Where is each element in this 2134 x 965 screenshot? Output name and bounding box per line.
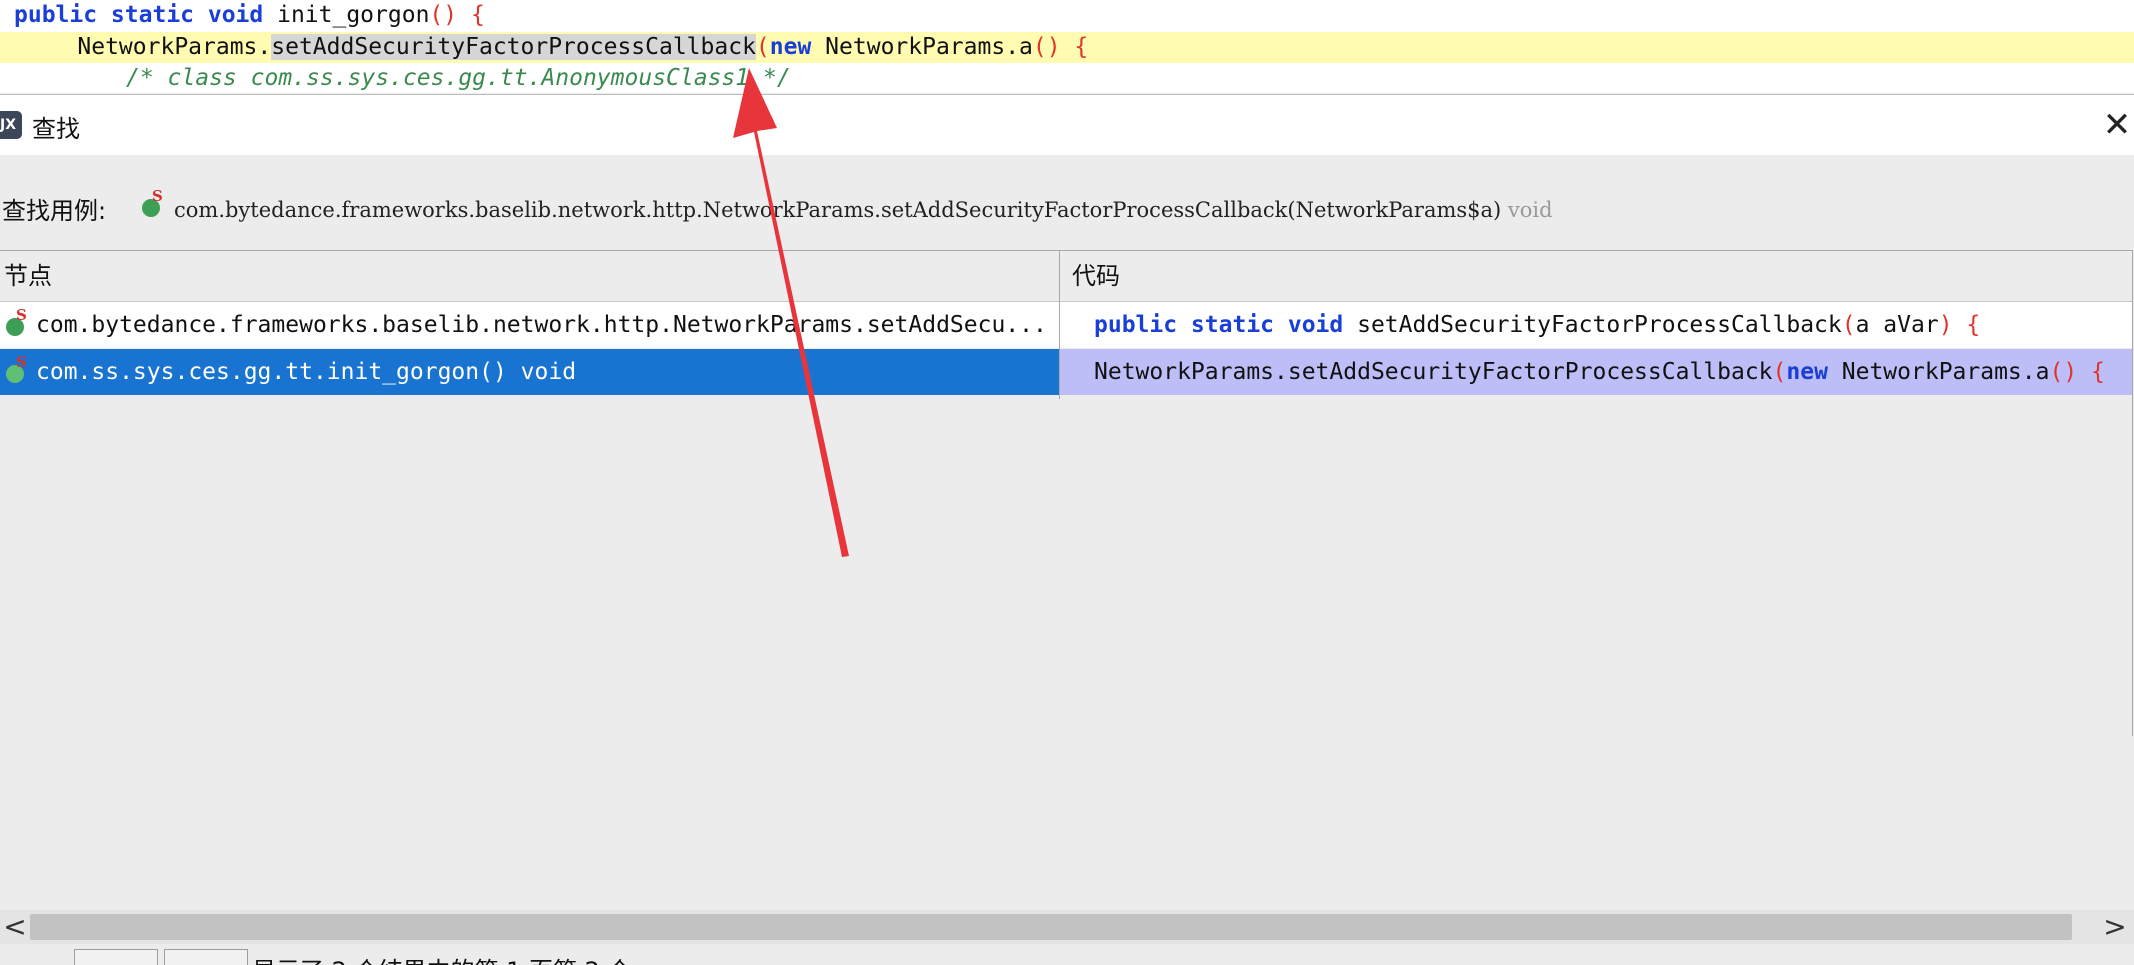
find-dialog: JX 查找 ✕ 查找用例: S com.bytedance.frameworks… [0,94,2134,965]
column-header-node[interactable]: 节点 [4,251,52,301]
code-text: NetworkParams.setAddSecurityFactorProces… [1094,359,1773,385]
node-text: com.bytedance.frameworks.baselib.network… [36,312,1047,338]
dialog-title: 查找 [32,115,80,143]
prev-button[interactable] [74,949,158,965]
scroll-thumb[interactable] [30,914,2072,940]
node-text: com.ss.sys.ces.gg.tt.init_gorgon() void [36,359,577,385]
method-icon: S [142,187,163,217]
code-cell[interactable]: public static void setAddSecurityFactorP… [1060,302,2132,348]
close-paren: () { [2049,359,2105,385]
method-icon: S [6,353,27,383]
search-target: com.bytedance.frameworks.baselib.network… [174,195,1553,225]
new-keyword: new [1786,359,1828,385]
open-paren: ( [1772,359,1787,385]
table-row[interactable]: S com.bytedance.frameworks.baselib.netwo… [0,302,2132,348]
argument: a aVar [1855,312,1939,338]
code-line-2: NetworkParams.setAddSecurityFactorProces… [0,32,2134,63]
status-text: 显示了 2 个结果中的第 1 页第 2 个 [252,951,632,965]
code-line-1: public static void init_gorgon() { [0,0,2134,31]
column-divider[interactable] [1059,251,1060,399]
method-name: setAddSecurityFactorProcessCallback [1343,312,1842,338]
close-icon[interactable]: ✕ [2100,105,2134,145]
table-row-selected[interactable]: S com.ss.sys.ces.gg.tt.init_gorgon() voi… [0,349,2132,395]
column-header-code[interactable]: 代码 [1072,251,1120,301]
keyword: public static void [14,2,264,28]
node-cell[interactable]: S com.ss.sys.ces.gg.tt.init_gorgon() voi… [0,349,1059,395]
code-line-3: /* class com.ss.sys.ces.gg.tt.AnonymousC… [0,63,2134,93]
class-name: NetworkParams.a [811,34,1033,60]
method-icon: S [6,306,27,336]
highlighted-method[interactable]: setAddSecurityFactorProcessCallback [271,34,756,60]
open-paren: ( [1841,312,1856,338]
code-editor[interactable]: public static void init_gorgon() { Netwo… [0,0,2134,93]
results-table[interactable]: 节点 代码 S com.bytedance.frameworks.baselib… [0,250,2133,736]
search-return-type: void [1501,198,1553,222]
app-icon: JX [0,111,22,139]
class-name: NetworkParams.a [1827,359,2050,385]
search-method: com.bytedance.frameworks.baselib.network… [174,198,1502,222]
next-button[interactable] [164,949,248,965]
code-comment: /* class com.ss.sys.ces.gg.tt.AnonymousC… [126,65,791,91]
open-paren: ( [755,34,770,60]
scroll-left-icon[interactable]: < [0,910,30,944]
keyword: public static void [1094,312,1344,338]
dialog-footer: 显示了 2 个结果中的第 1 页第 2 个 [0,947,2134,965]
code-cell[interactable]: NetworkParams.setAddSecurityFactorProces… [1060,349,2132,395]
object-name: NetworkParams. [77,34,272,60]
horizontal-scrollbar[interactable]: < > [0,910,2134,944]
scroll-right-icon[interactable]: > [2100,910,2130,944]
search-label: 查找用例: [2,197,107,225]
node-cell[interactable]: S com.bytedance.frameworks.baselib.netwo… [0,302,1059,348]
dialog-titlebar: JX 查找 ✕ [0,95,2134,155]
new-keyword: new [769,34,812,60]
close-paren: ) { [1938,312,1981,338]
close-paren: () { [1032,34,1089,60]
brackets: () { [429,2,485,28]
method-name: init_gorgon [263,2,430,28]
